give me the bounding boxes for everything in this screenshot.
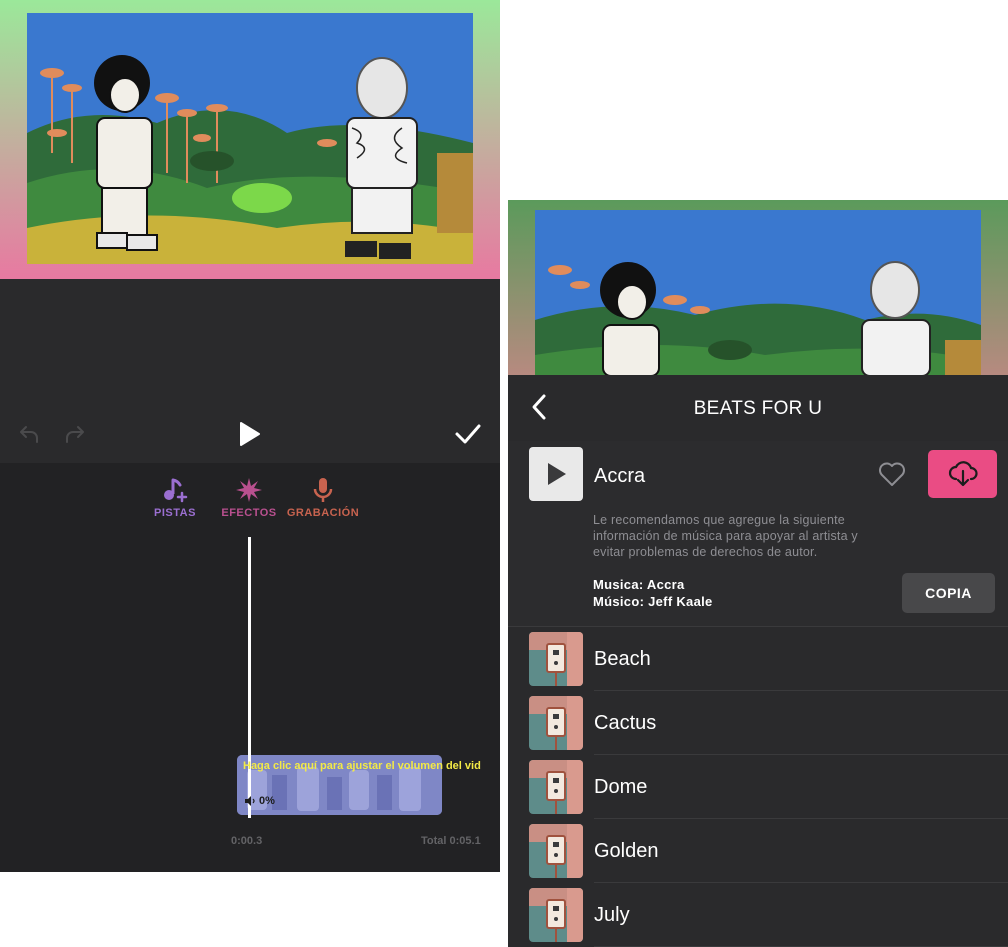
mode-effects-button[interactable]: EFECTOS: [209, 473, 289, 519]
track-row-july[interactable]: July: [508, 883, 1008, 947]
clip-volume[interactable]: 0%: [245, 795, 275, 807]
track-thumbnail: [529, 824, 583, 878]
video-frame-illustration: [535, 210, 981, 376]
video-preview[interactable]: [27, 13, 473, 264]
selected-track: Accra Le recomendamos que agregue la sig…: [508, 441, 1008, 627]
video-frame-illustration: [27, 13, 473, 264]
track-thumbnail: [529, 632, 583, 686]
clip-volume-hint[interactable]: Haga clic aquí para ajustar el volumen d…: [243, 760, 500, 772]
track-name: Golden: [594, 840, 659, 862]
playhead[interactable]: [248, 537, 251, 818]
burst-icon: [209, 473, 289, 507]
mode-effects-label: EFECTOS: [221, 507, 277, 519]
heart-icon[interactable]: [878, 461, 906, 487]
music-picker-screen: BEATS FOR U Accra Le recomendamos que ag…: [508, 200, 1008, 947]
video-preview[interactable]: [535, 210, 981, 376]
track-play-button[interactable]: [529, 447, 583, 501]
attribution-notice: Le recomendamos que agregue la siguiente…: [593, 513, 858, 559]
track-row-dome[interactable]: Dome: [508, 755, 1008, 819]
track-name: Cactus: [594, 712, 657, 734]
track-row-beach[interactable]: Beach: [508, 627, 1008, 691]
mode-tracks-button[interactable]: PISTAS: [135, 473, 215, 519]
play-icon[interactable]: [232, 417, 266, 451]
clip-volume-value: 0%: [259, 795, 275, 807]
mode-recording-button[interactable]: GRABACIÓN: [283, 473, 363, 519]
track-row-cactus[interactable]: Cactus: [508, 691, 1008, 755]
attribution-credit: Musica: Accra Músico: Jeff Kaale: [593, 576, 713, 610]
editor-screen: PISTAS EFECTOS GRABACIÓN Haga clic aquí …: [0, 0, 500, 872]
track-list: Beach Cactus Dome Golden July: [508, 627, 1008, 947]
sheet-title: BEATS FOR U: [693, 398, 823, 419]
download-button[interactable]: [928, 450, 997, 498]
play-icon: [548, 463, 566, 485]
track-thumbnail: [529, 760, 583, 814]
total-time: Total 0:05.1: [421, 835, 481, 847]
credit-music: Musica: Accra: [593, 577, 685, 592]
selected-track-name: Accra: [594, 465, 646, 487]
track-thumbnail: [529, 888, 583, 942]
credit-artist: Músico: Jeff Kaale: [593, 594, 713, 609]
speaker-icon: [245, 796, 255, 806]
track-thumbnail: [529, 696, 583, 750]
mode-recording-label: GRABACIÓN: [286, 507, 360, 519]
editor-toolbar: [0, 405, 500, 463]
track-row-golden[interactable]: Golden: [508, 819, 1008, 883]
redo-icon[interactable]: [60, 419, 90, 449]
music-plus-icon: [135, 473, 215, 507]
current-time: 0:00.3: [231, 835, 263, 847]
undo-icon[interactable]: [14, 419, 44, 449]
mode-tracks-label: PISTAS: [154, 507, 196, 519]
track-name: Dome: [594, 776, 648, 798]
copy-button[interactable]: COPIA: [902, 573, 995, 613]
music-sheet: BEATS FOR U Accra Le recomendamos que ag…: [508, 375, 1008, 947]
track-name: July: [594, 904, 630, 926]
cloud-download-icon: [948, 461, 978, 487]
track-name: Beach: [594, 648, 651, 670]
microphone-icon: [283, 473, 363, 507]
checkmark-icon[interactable]: [450, 417, 486, 451]
